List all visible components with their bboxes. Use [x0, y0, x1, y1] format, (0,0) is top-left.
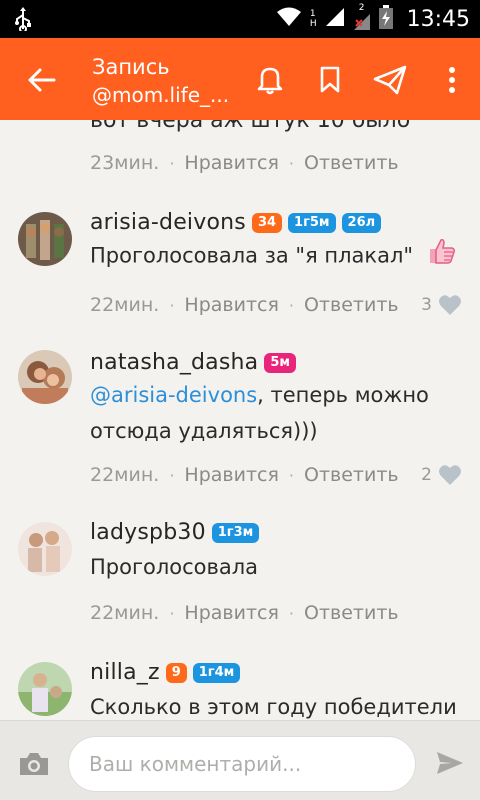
reply-button[interactable]: Ответить: [304, 152, 399, 174]
wifi-icon: [276, 7, 302, 31]
paper-plane-icon: [373, 65, 407, 95]
membership-badge: 1г5м: [288, 212, 336, 233]
more-vertical-icon: [449, 67, 455, 93]
comment-text: Проголосовала: [90, 555, 259, 579]
comment-header: nilla_z 9 1г4м: [90, 660, 241, 685]
comment-time: 23мин.: [90, 152, 160, 174]
like-count[interactable]: 2: [421, 464, 462, 486]
like-button[interactable]: Нравится: [184, 602, 278, 624]
heart-icon: [439, 465, 461, 485]
comment-text: вот вчера аж штук 10 было: [90, 120, 411, 133]
avatar[interactable]: [18, 212, 72, 266]
sim1-number: 1: [309, 9, 316, 19]
comment-meta: 22мин. · Нравится · Ответить: [90, 602, 399, 624]
comment-text: @arisia-deivons, теперь можно: [90, 378, 429, 413]
separator: ·: [288, 465, 294, 485]
comment-text-part: , теперь можно: [257, 383, 429, 407]
level-badge: 34: [251, 212, 283, 233]
page-subtitle: @mom.life_...: [92, 83, 230, 107]
status-bar: 1 H 2 13:45: [0, 0, 480, 38]
membership-badge: 5м: [264, 352, 297, 373]
comment-time: 22мин.: [90, 294, 160, 316]
clock: 13:45: [406, 6, 470, 32]
level-badge: 9: [165, 662, 187, 683]
comments-feed[interactable]: вот вчера аж штук 10 было 23мин. · Нрави…: [0, 120, 480, 720]
send-button[interactable]: [436, 751, 464, 779]
comment-text: Сколько в этом году победители: [90, 695, 457, 719]
share-button[interactable]: [370, 60, 410, 100]
avatar[interactable]: [18, 522, 72, 576]
membership-badge: 1г3м: [211, 522, 260, 543]
comment-text-line2: отсюда удаляться))): [90, 419, 318, 443]
comment-header: ladyspb30 1г3м: [90, 520, 260, 545]
comment-header: arisia-deivons 34 1г5м 26л: [90, 210, 382, 235]
page-title: Запись: [92, 55, 170, 79]
username[interactable]: ladyspb30: [90, 520, 206, 545]
comment-composer: [0, 720, 480, 800]
reply-button[interactable]: Ответить: [304, 294, 399, 316]
like-button[interactable]: Нравится: [184, 464, 278, 486]
battery-icon: [378, 5, 393, 33]
age-badge: 26л: [341, 212, 382, 233]
separator: ·: [288, 603, 294, 623]
separator: ·: [169, 603, 175, 623]
like-button[interactable]: Нравится: [184, 294, 278, 316]
usb-icon: [14, 7, 32, 35]
like-count[interactable]: 3: [421, 294, 462, 316]
more-options-button[interactable]: [432, 60, 472, 100]
send-icon: [437, 752, 463, 774]
separator: ·: [288, 295, 294, 315]
separator: ·: [169, 153, 175, 173]
comment-time: 22мин.: [90, 602, 160, 624]
arrow-left-icon: [28, 68, 56, 92]
sim2-number: 2: [358, 3, 365, 13]
comment-meta: 23мин. · Нравится · Ответить: [90, 152, 399, 174]
signal-2-icon: [353, 13, 371, 35]
notifications-button[interactable]: [250, 60, 290, 100]
reply-button[interactable]: Ответить: [304, 602, 399, 624]
username[interactable]: natasha_dasha: [90, 350, 258, 375]
like-count-number: 3: [421, 295, 432, 315]
header-titles: Запись @mom.life_...: [92, 54, 229, 108]
comment-time: 22мин.: [90, 464, 160, 486]
sim1-label: H: [309, 19, 317, 29]
username[interactable]: nilla_z: [90, 660, 160, 685]
camera-icon: [20, 753, 48, 775]
reply-button[interactable]: Ответить: [304, 464, 399, 486]
camera-button[interactable]: [18, 751, 50, 781]
avatar[interactable]: [18, 350, 72, 404]
user-mention-link[interactable]: @arisia-deivons: [90, 383, 257, 407]
username[interactable]: arisia-deivons: [90, 210, 246, 235]
comment-text-row: Проголосовала за "я плакал": [90, 238, 456, 275]
comment-meta: 22мин. · Нравится · Ответить: [90, 464, 399, 486]
heart-icon: [439, 295, 461, 315]
like-button[interactable]: Нравится: [184, 152, 278, 174]
signal-1-icon: [325, 7, 345, 31]
bookmark-icon: [320, 66, 340, 93]
comment-input[interactable]: [68, 736, 416, 792]
separator: ·: [169, 465, 175, 485]
comment-text: Проголосовала за "я плакал": [90, 243, 414, 268]
avatar[interactable]: [18, 662, 72, 716]
app-header: Запись @mom.life_...: [0, 38, 480, 120]
membership-badge: 1г4м: [192, 662, 241, 683]
back-button[interactable]: [22, 62, 62, 98]
bookmark-button[interactable]: [310, 60, 350, 100]
separator: ·: [169, 295, 175, 315]
like-count-number: 2: [421, 465, 432, 485]
bell-icon: [257, 67, 283, 95]
separator: ·: [288, 153, 294, 173]
thumbs-up-emoji-icon: [428, 238, 456, 275]
comment-header: natasha_dasha 5м: [90, 350, 297, 375]
comment-meta: 22мин. · Нравится · Ответить: [90, 294, 399, 316]
